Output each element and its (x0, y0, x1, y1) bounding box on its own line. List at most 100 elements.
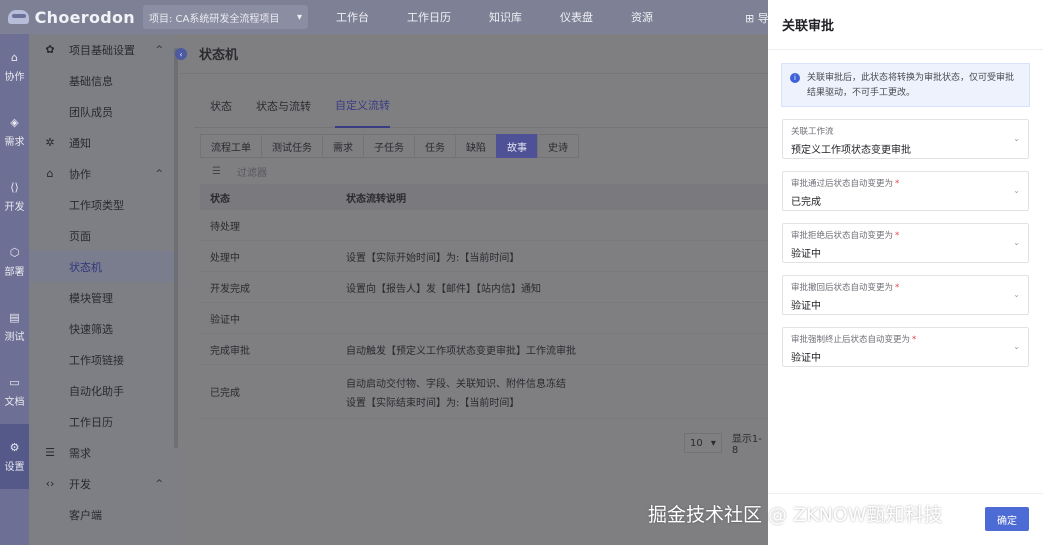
menu-item-basic-info[interactable]: 基础信息 (29, 65, 179, 96)
issue-type-switch: 流程工单 测试任务 需求 子任务 任务 缺陷 故事 史诗 (200, 134, 768, 158)
row-desc: 自动触发【预定义工作项状态变更审批】工作流审批 (346, 338, 768, 361)
nav-item-calendar[interactable]: 工作日历 (407, 9, 451, 25)
project-select[interactable]: 项目: CA系统研发全流程项目 ▾ (143, 5, 308, 29)
chip-ticket[interactable]: 流程工单 (200, 134, 262, 158)
field-value: 验证中 (791, 353, 821, 364)
desc-line: 设置【实际结束时间】为:【当前时间】 (346, 397, 520, 409)
approved-status-select[interactable]: 审批通过后状态自动变更为 * 已完成 ⌄ (782, 171, 1029, 211)
tab-status[interactable]: 状态 (210, 84, 232, 128)
menu-group-dev[interactable]: ‹› 开发 ^ (29, 468, 179, 499)
field-label: 审批撤回后状态自动变更为 * (791, 283, 900, 293)
desc-line: 自动启动交付物、字段、关联知识、附件信息冻结 (346, 378, 566, 390)
chevron-up-icon: ^ (155, 44, 163, 55)
filter-bar[interactable]: ☰ 过滤器 (194, 158, 768, 184)
field-label: 审批通过后状态自动变更为 * (791, 179, 900, 189)
header-desc: 状态流转说明 (346, 193, 406, 205)
list-icon: ☰ (45, 446, 55, 459)
table-row[interactable]: 开发完成 设置向【报告人】发【邮件】【站内信】通知 (200, 272, 768, 303)
tab-custom-transition[interactable]: 自定义流转 (335, 84, 390, 128)
nav-item-knowledge[interactable]: 知识库 (489, 9, 522, 25)
rail-item-collab[interactable]: ⌂ 协作 (0, 34, 29, 99)
page-size-value: 10 (690, 437, 703, 449)
rail-label: 协作 (4, 71, 25, 83)
menu-item-work-calendar[interactable]: 工作日历 (29, 406, 179, 437)
row-status: 开发完成 (210, 283, 250, 295)
chip-test-task[interactable]: 测试任务 (261, 134, 323, 158)
desc-line: 设置向【报告人】发【邮件】【站内信】通知 (346, 283, 541, 295)
menu-item-issue-types[interactable]: 工作项类型 (29, 189, 179, 220)
chip-bug[interactable]: 缺陷 (455, 134, 497, 158)
menu-item-issue-links[interactable]: 工作项链接 (29, 344, 179, 375)
page-header: ‹ 状态机 (175, 34, 768, 74)
table-row[interactable]: 验证中 (200, 303, 768, 334)
chevron-down-icon: ⌄ (1013, 186, 1020, 195)
chip-subtask[interactable]: 子任务 (363, 134, 415, 158)
code-icon: ‹› (45, 477, 55, 490)
table-row[interactable]: 已完成 自动启动交付物、字段、关联知识、附件信息冻结 设置【实际结束时间】为:【… (200, 365, 768, 419)
menu-group-basic[interactable]: ✿ 项目基础设置 ^ (29, 34, 179, 65)
project-label: 项目: CA系统研发全流程项目 (149, 13, 280, 25)
nav-item-dashboard[interactable]: 仪表盘 (560, 9, 593, 25)
page-range-text: 显示1-8 (731, 434, 762, 456)
confirm-button[interactable]: 确定 (985, 507, 1029, 531)
chip-epic[interactable]: 史诗 (537, 134, 579, 158)
header-status: 状态 (210, 193, 230, 205)
withdrawn-status-select[interactable]: 审批撤回后状态自动变更为 * 验证中 ⌄ (782, 275, 1029, 315)
menu-item-automation[interactable]: 自动化助手 (29, 375, 179, 406)
desc-line: 设置【实际开始时间】为:【当前时间】 (346, 252, 520, 264)
collab-icon: ⌂ (46, 167, 54, 180)
menu-group-label: 开发 (69, 477, 91, 491)
collapse-menu-icon[interactable]: ‹ (175, 48, 187, 60)
field-value: 验证中 (791, 301, 821, 312)
nav-item-resources[interactable]: 资源 (631, 9, 653, 25)
menu-scrollbar[interactable] (174, 48, 178, 448)
rail-label: 测试 (4, 331, 25, 343)
rejected-status-select[interactable]: 审批拒绝后状态自动变更为 * 验证中 ⌄ (782, 223, 1029, 263)
settings-menu: ✿ 项目基础设置 ^ 基础信息 团队成员 ✲ 通知 ⌂ 协作 ^ 工作项类型 页… (29, 34, 179, 545)
watermark: 掘金技术社区 @ ZKNOW甄知科技 (648, 504, 943, 526)
menu-group-collab[interactable]: ⌂ 协作 ^ (29, 158, 179, 189)
table-row[interactable]: 完成审批 自动触发【预定义工作项状态变更审批】工作流审批 (200, 334, 768, 365)
row-desc: 设置向【报告人】发【邮件】【站内信】通知 (346, 276, 768, 299)
rail-item-test[interactable]: ▤ 测试 (0, 294, 29, 359)
table-header: 状态 状态流转说明 (200, 184, 768, 210)
rail-item-doc[interactable]: ▭ 文档 (0, 359, 29, 424)
menu-item-state-machine[interactable]: 状态机 (29, 251, 179, 282)
rail-item-deploy[interactable]: ⬡ 部署 (0, 229, 29, 294)
info-icon: i (790, 73, 800, 83)
menu-item-team[interactable]: 团队成员 (29, 96, 179, 127)
row-status: 完成审批 (210, 345, 250, 357)
chip-story[interactable]: 故事 (496, 134, 538, 158)
menu-item-client[interactable]: 客户端 (29, 499, 179, 530)
menu-group-requirement[interactable]: ☰ 需求 (29, 437, 179, 468)
table-row[interactable]: 处理中 设置【实际开始时间】为:【当前时间】 (200, 241, 768, 272)
terminated-status-select[interactable]: 审批强制终止后状态自动变更为 * 验证中 ⌄ (782, 327, 1029, 367)
rail-item-requirement[interactable]: ◈ 需求 (0, 99, 29, 164)
chip-task[interactable]: 任务 (414, 134, 456, 158)
chevron-down-icon: ⌄ (1013, 342, 1020, 351)
table-row[interactable]: 待处理 (200, 210, 768, 241)
rail-item-dev[interactable]: ⟨⟩ 开发 (0, 164, 29, 229)
menu-group-notify[interactable]: ✲ 通知 (29, 127, 179, 158)
row-status: 验证中 (210, 314, 240, 326)
chevron-down-icon: ▾ (296, 11, 302, 23)
menu-item-quick-filter[interactable]: 快速筛选 (29, 313, 179, 344)
rail-item-settings[interactable]: ⚙ 设置 (0, 424, 29, 489)
doc-icon: ▭ (9, 375, 20, 389)
chip-requirement[interactable]: 需求 (322, 134, 364, 158)
field-value: 已完成 (791, 197, 821, 208)
field-value: 验证中 (791, 249, 821, 260)
menu-group-label: 项目基础设置 (69, 43, 135, 57)
workflow-select[interactable]: 关联工作流 预定义工作项状态变更审批 ⌄ (782, 119, 1029, 159)
nav-item-workbench[interactable]: 工作台 (336, 9, 369, 25)
tab-status-transition[interactable]: 状态与流转 (256, 84, 311, 128)
top-right-menu[interactable]: ⊞ 导 (745, 10, 769, 26)
menu-item-pages[interactable]: 页面 (29, 220, 179, 251)
chevron-up-icon: ^ (155, 168, 163, 179)
field-label: 审批强制终止后状态自动变更为 * (791, 335, 917, 345)
menu-item-modules[interactable]: 模块管理 (29, 282, 179, 313)
settings-icon: ⚙ (9, 440, 20, 454)
page-size-select[interactable]: 10 ▾ (684, 433, 722, 453)
module-rail: ⌂ 协作 ◈ 需求 ⟨⟩ 开发 ⬡ 部署 ▤ 测试 ▭ 文档 ⚙ 设置 (0, 34, 29, 545)
app-logo[interactable]: Choerodon (0, 8, 135, 27)
